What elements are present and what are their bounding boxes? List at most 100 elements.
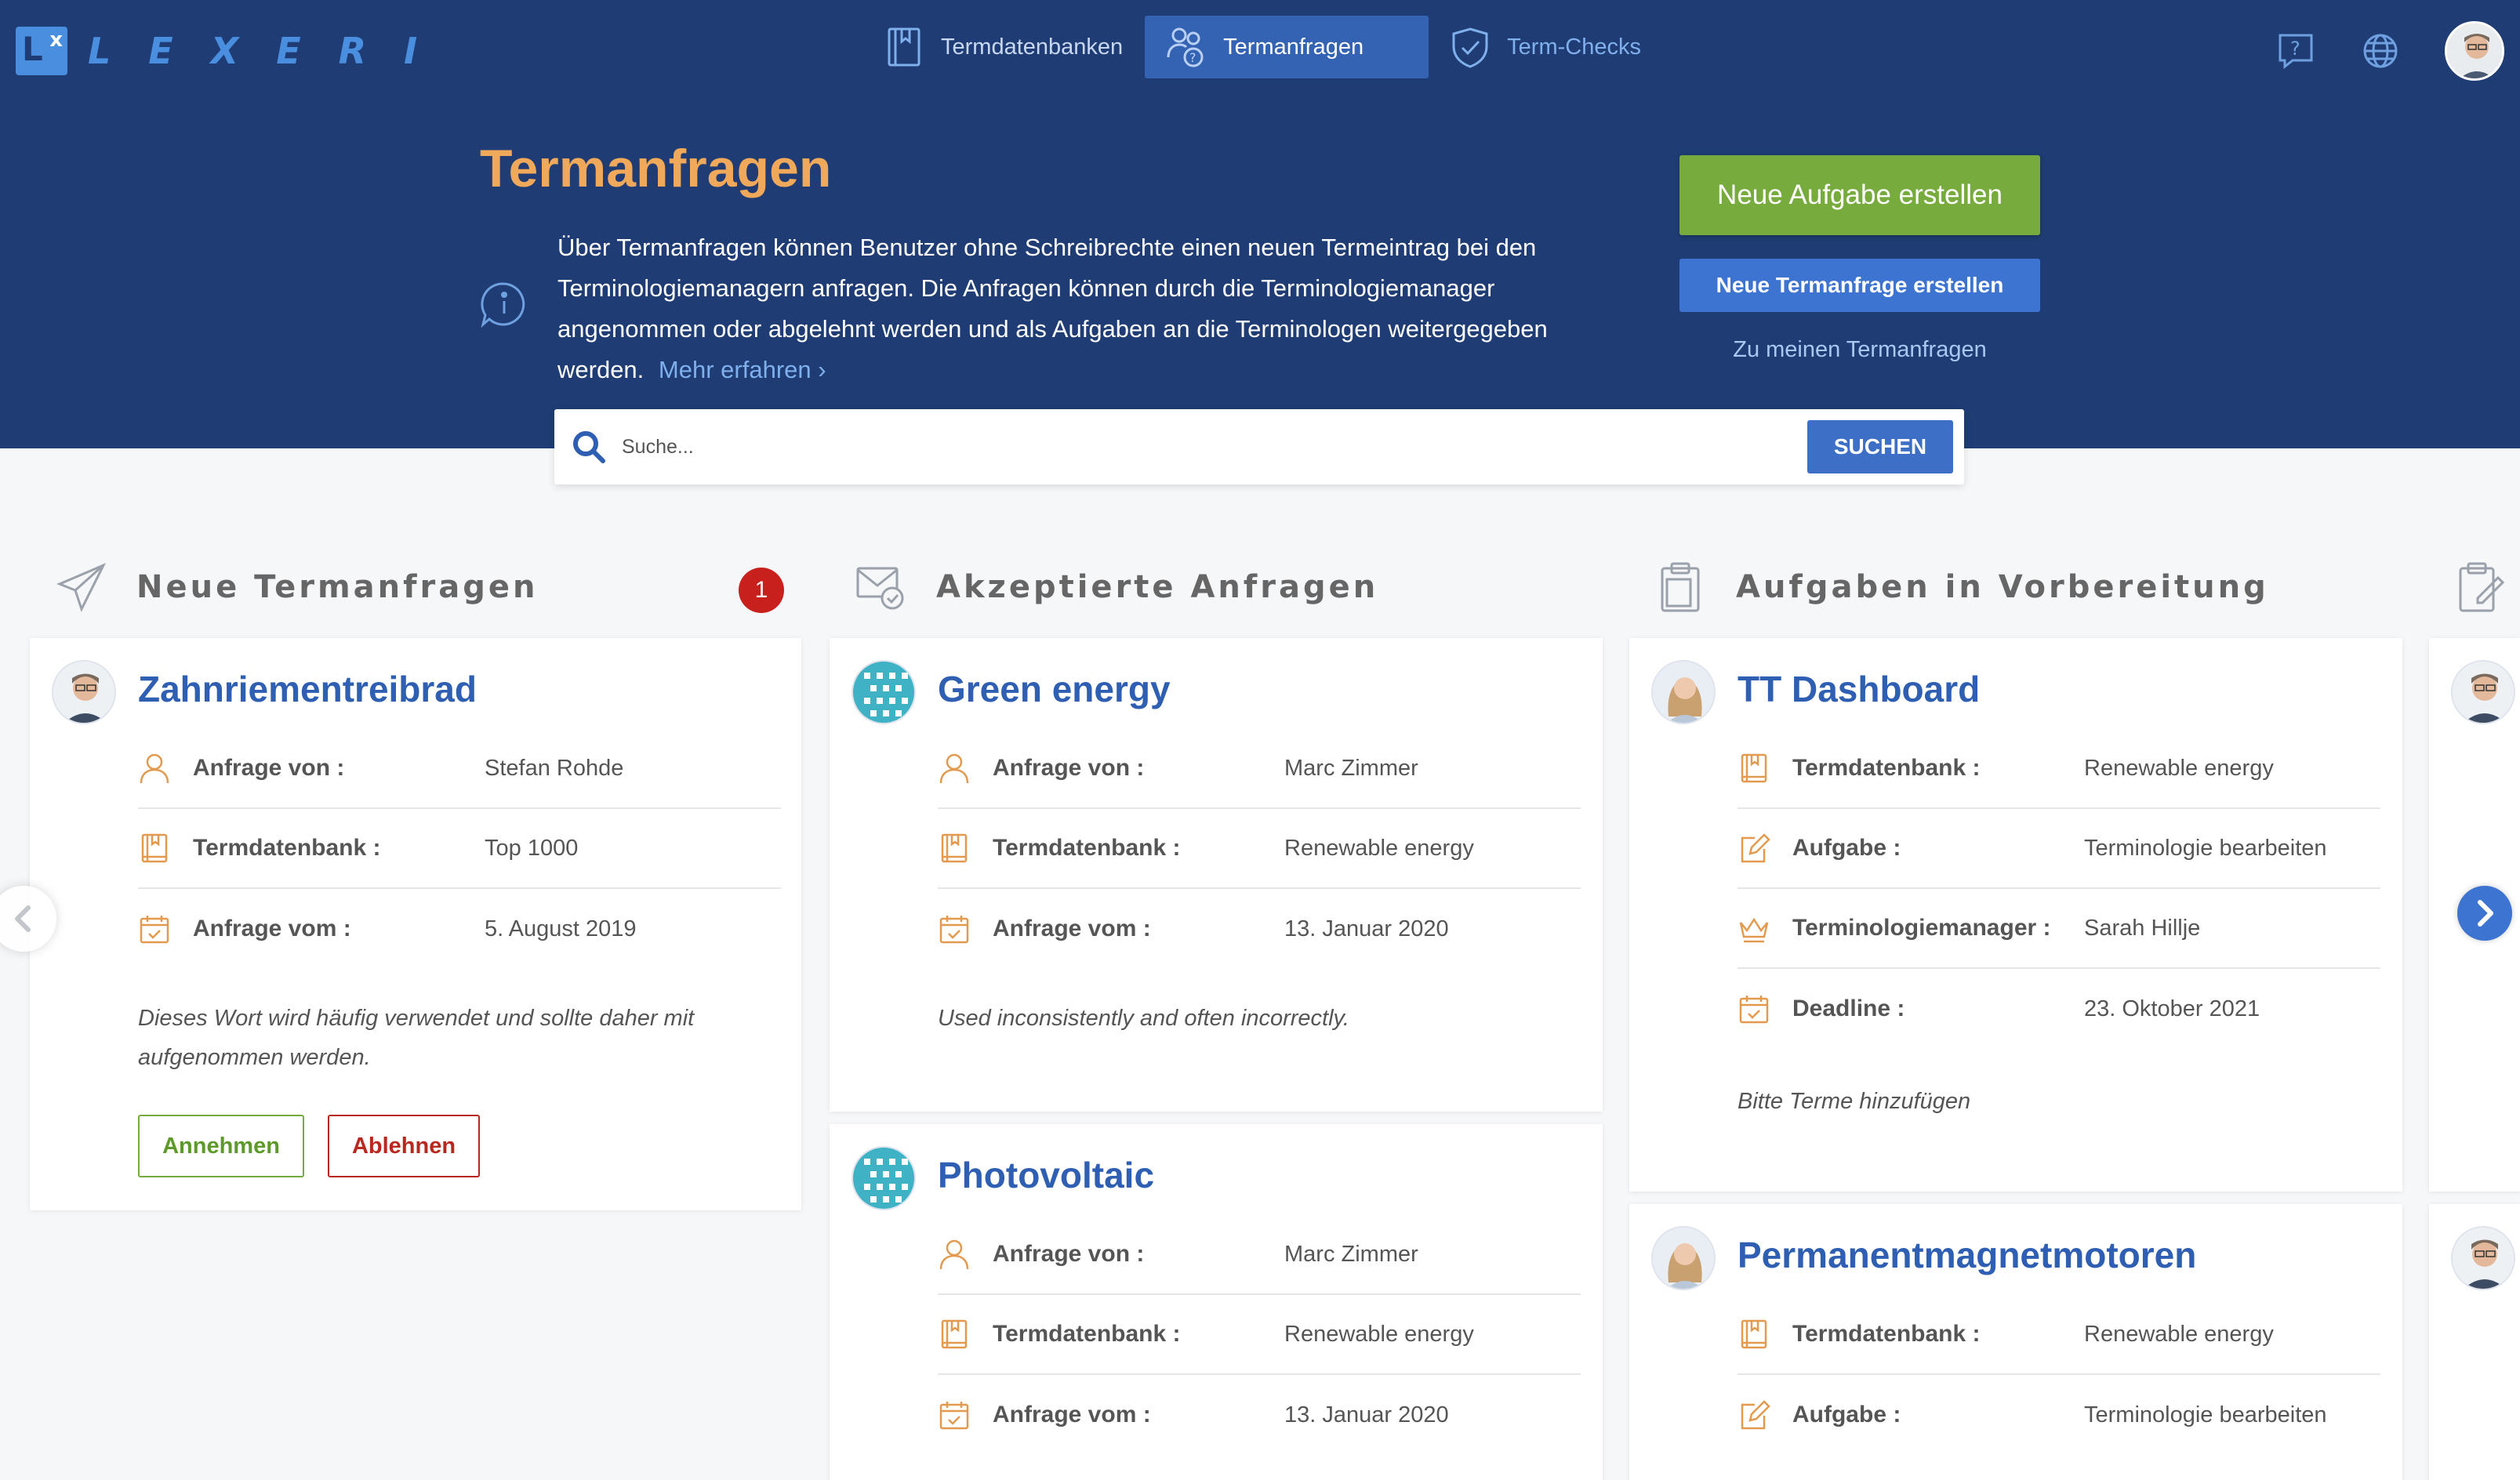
row-value: Renewable energy	[2084, 1321, 2274, 1347]
avatar	[2451, 660, 2515, 724]
man-avatar-image	[2453, 1228, 2514, 1289]
woman-avatar-image	[1653, 662, 1714, 723]
task-card[interactable]: TT Dashboard Termdatenbank : Renewable e…	[1629, 638, 2402, 1192]
more-link[interactable]: Mehr erfahren ›	[659, 356, 826, 383]
users-question-icon: ?	[1167, 27, 1204, 67]
lexeri-logo[interactable]: L x LEXERI	[16, 24, 455, 78]
task-card[interactable]	[2429, 1204, 2520, 1480]
row-label: Anfrage vom :	[193, 916, 351, 941]
search-icon	[573, 431, 605, 463]
row-value: Marc Zimmer	[1284, 755, 1418, 781]
row-label: Anfrage von :	[993, 1241, 1145, 1267]
request-card[interactable]: Zahnriementreibrad Anfrage von : Stefan …	[30, 638, 801, 1210]
card-title[interactable]: Permanentmagnetmotoren	[1737, 1234, 2196, 1276]
search-button[interactable]: SUCHEN	[1807, 420, 1953, 473]
row-label: Aufgabe :	[1792, 1402, 1901, 1427]
top-navbar: L x LEXERI Termdatenbanken ? Termanfrage…	[0, 0, 2520, 102]
new-request-button[interactable]: Neue Termanfrage erstellen	[1679, 259, 2040, 312]
logo-text: LEXERI	[88, 30, 456, 72]
row-value: Sarah Hillje	[2084, 915, 2201, 941]
svg-text:?: ?	[2290, 38, 2300, 60]
nav-termdatenbanken[interactable]: Termdatenbanken	[862, 16, 1145, 78]
row-manager: Terminologiemanager : Sarah Hillje	[1737, 889, 2380, 969]
row-termbase: Termdatenbank : Top 1000	[138, 809, 781, 889]
nav-termanfragen[interactable]: ? Termanfragen	[1145, 16, 1429, 78]
row-termbase: Termdatenbank : Renewable energy	[1737, 1295, 2380, 1375]
globe-icon[interactable]	[2360, 31, 2401, 71]
card-title[interactable]: Photovoltaic	[938, 1154, 1154, 1196]
row-value: Stefan Rohde	[485, 755, 624, 781]
row-label: Anfrage von :	[993, 755, 1145, 781]
calendar-icon	[1739, 996, 1769, 1024]
man-avatar-image	[2447, 24, 2502, 78]
man-avatar-image	[53, 662, 114, 723]
row-label: Termdatenbank :	[1792, 755, 1981, 781]
card-note: Used inconsistently and often incorrectl…	[938, 1006, 1349, 1031]
user-avatar[interactable]	[2445, 21, 2504, 81]
card-note: Dieses Wort wird häufig verwendet und so…	[138, 1006, 695, 1070]
avatar	[1651, 660, 1716, 724]
row-date: Anfrage vom : 13. Januar 2020	[938, 1375, 1581, 1455]
row-value: Top 1000	[485, 835, 579, 861]
row-date: Anfrage vom : 5. August 2019	[138, 889, 781, 969]
row-label: Deadline :	[1792, 996, 1905, 1021]
row-termbase: Termdatenbank : Renewable energy	[1737, 729, 2380, 809]
user-icon	[140, 753, 169, 784]
row-requester: Anfrage von : Marc Zimmer	[938, 729, 1581, 809]
row-requester: Anfrage von : Marc Zimmer	[938, 1215, 1581, 1295]
row-task: Aufgabe : Terminologie bearbeiten	[1737, 809, 2380, 889]
avatar	[52, 660, 116, 724]
my-requests-link[interactable]: Zu meinen Termanfragen	[1679, 337, 2040, 363]
calendar-icon	[939, 1402, 969, 1430]
paper-plane-icon	[56, 563, 107, 612]
top-right-icons: ?	[2275, 0, 2520, 102]
new-task-button[interactable]: Neue Aufgabe erstellen	[1679, 155, 2040, 235]
column-title: Akzeptierte Anfragen	[936, 569, 1379, 605]
chevron-right-icon	[2478, 900, 2493, 927]
mail-check-icon	[856, 567, 904, 610]
column-header-accepted: Akzeptierte Anfragen	[855, 560, 1378, 615]
avatar	[851, 660, 916, 724]
request-card[interactable]: Green energy Anfrage von : Marc Zimmer T…	[830, 638, 1603, 1112]
reject-button[interactable]: Ablehnen	[328, 1115, 480, 1177]
accept-button[interactable]: Annehmen	[138, 1115, 304, 1177]
row-label: Terminologiemanager :	[1792, 915, 2051, 941]
card-title[interactable]: TT Dashboard	[1737, 668, 1980, 710]
row-date: Anfrage vom : 13. Januar 2020	[938, 889, 1581, 969]
column-header-next	[2454, 560, 2520, 615]
card-title[interactable]: Zahnriementreibrad	[138, 668, 477, 710]
man-avatar-image	[2453, 662, 2514, 723]
nav-term-checks[interactable]: Term-Checks	[1429, 16, 1663, 78]
page-title: Termanfragen	[480, 139, 832, 198]
intro-text: Über Termanfragen können Benutzer ohne S…	[557, 227, 1616, 390]
logo-mark: L x	[16, 27, 67, 75]
help-icon[interactable]: ?	[2275, 31, 2316, 71]
calendar-icon	[939, 916, 969, 944]
book-icon	[941, 1319, 968, 1349]
row-value: 13. Januar 2020	[1284, 916, 1449, 941]
row-label: Anfrage vom :	[993, 916, 1151, 941]
clipboard-icon	[1661, 562, 1700, 612]
request-card[interactable]: Photovoltaic Anfrage von : Marc Zimmer T…	[830, 1124, 1603, 1480]
column-title: Neue Termanfragen	[136, 569, 539, 605]
chevron-right-icon: ›	[818, 356, 826, 383]
row-value: Marc Zimmer	[1284, 1241, 1418, 1267]
logo-mark-letter: L	[22, 30, 43, 68]
row-value: Renewable energy	[1284, 1321, 1474, 1347]
nav-label: Term-Checks	[1507, 34, 1641, 60]
search-bar: SUCHEN	[554, 409, 1964, 484]
card-title[interactable]: Green energy	[938, 668, 1171, 710]
search-input[interactable]	[622, 430, 1563, 464]
carousel-next-button[interactable]	[2457, 886, 2512, 941]
logo-mark-x: x	[49, 28, 63, 52]
task-card[interactable]: Permanentmagnetmotoren Termdatenbank : R…	[1629, 1204, 2402, 1480]
row-task: Aufgabe : Terminologie bearbeiten	[1737, 1375, 2380, 1455]
pattern-avatar-image	[853, 1148, 914, 1209]
column-header-tasks: Aufgaben in Vorbereitung	[1654, 560, 2269, 615]
avatar	[2451, 1226, 2515, 1290]
edit-icon	[1741, 1400, 1770, 1430]
chevron-left-icon	[15, 905, 31, 932]
svg-text:?: ?	[1189, 50, 1196, 65]
row-termbase: Termdatenbank : Renewable energy	[938, 1295, 1581, 1375]
column-header-new: Neue Termanfragen	[55, 560, 538, 615]
